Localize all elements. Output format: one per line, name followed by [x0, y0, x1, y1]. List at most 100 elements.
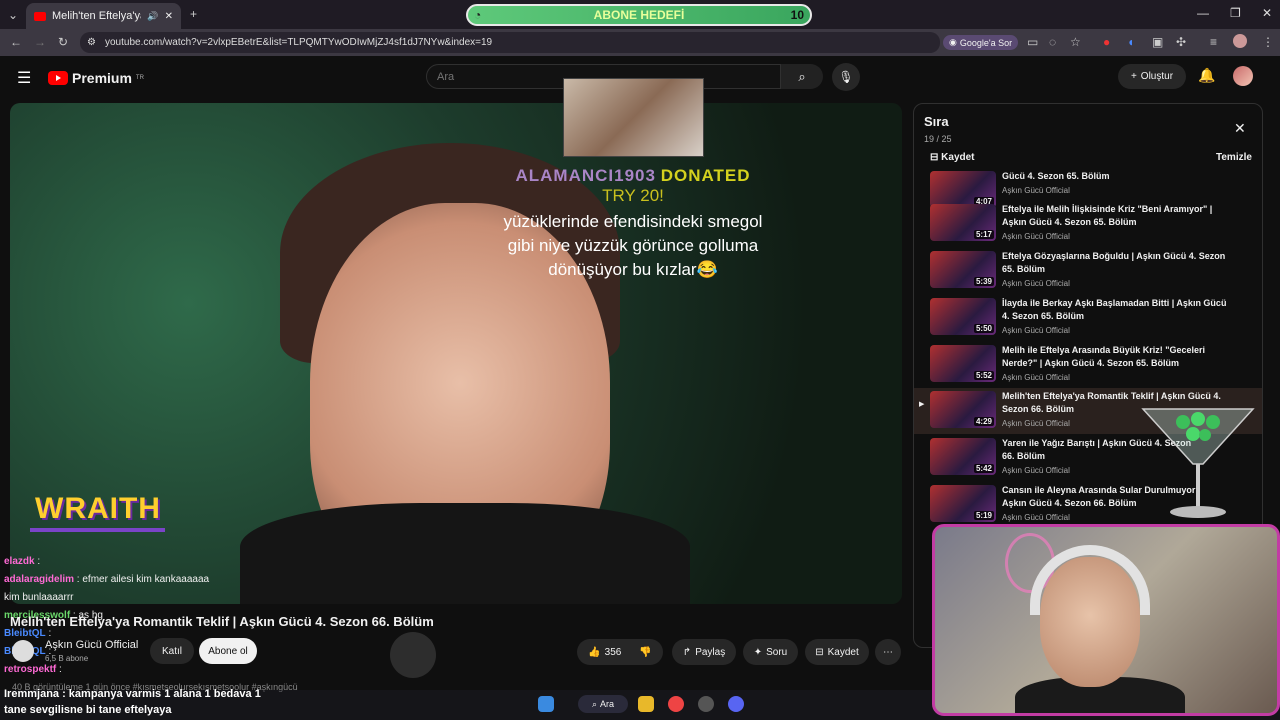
- duration-badge: 5:42: [973, 464, 994, 473]
- site-info-icon[interactable]: ⚙: [87, 37, 96, 48]
- puzzle-icon[interactable]: ✣: [1176, 35, 1186, 49]
- speaker-icon[interactable]: 🔊: [147, 11, 158, 22]
- queue-item-title: Eftelya ile Melih İlişkisinde Kriz "Beni…: [1002, 204, 1213, 227]
- account-avatar[interactable]: [1233, 66, 1253, 86]
- logo-text: Premium: [72, 70, 132, 86]
- queue-item-title: İlayda ile Berkay Aşkı Başlamadan Bitti …: [1002, 298, 1227, 321]
- minimize-icon[interactable]: —: [1197, 6, 1209, 20]
- queue-item-channel: Aşkın Gücü Official: [1002, 186, 1070, 195]
- youtube-premium-logo[interactable]: Premium TR: [48, 70, 144, 86]
- tab-list-icon[interactable]: ⌄: [8, 8, 18, 22]
- share-label: Paylaş: [695, 646, 726, 658]
- more-actions-button[interactable]: ⋯: [875, 639, 901, 665]
- queue-thumbnail: 5:50: [930, 298, 996, 335]
- glass-base: [1170, 506, 1226, 518]
- share-button[interactable]: ↱ Paylaş: [672, 639, 736, 665]
- chat-text: kim bunlaaaarrr: [4, 592, 74, 603]
- back-icon[interactable]: ←: [10, 35, 22, 49]
- queue-save-button[interactable]: ⊟ Kaydet: [930, 152, 975, 163]
- profile-avatar-icon[interactable]: [1233, 34, 1247, 48]
- queue-clear-button[interactable]: Temizle: [1216, 152, 1252, 163]
- channel-avatar[interactable]: [12, 640, 34, 662]
- video-frame-dress: [240, 503, 690, 604]
- close-tab-icon[interactable]: ✕: [165, 11, 173, 22]
- dislike-icon[interactable]: 👎: [639, 647, 651, 658]
- now-playing-icon: ▶: [919, 401, 925, 408]
- maximize-icon[interactable]: ❐: [1230, 6, 1241, 20]
- queue-item-channel: Aşkın Gücü Official: [1002, 466, 1070, 475]
- chrome-icon[interactable]: [668, 696, 684, 712]
- glass-ball: [1191, 412, 1205, 426]
- queue-item-title: Melih ile Eftelya Arasında Büyük Kriz! "…: [1002, 345, 1206, 368]
- ask-button[interactable]: ✦ Soru: [743, 639, 798, 665]
- queue-save-label: Kaydet: [941, 152, 975, 163]
- browser-tab-strip: ⌄ Melih'ten Eftelya'ya Romantik 🔊 ✕ + ◔ …: [0, 0, 1280, 29]
- chat-user: BleibtQL: [4, 628, 46, 639]
- forward-icon[interactable]: →: [34, 35, 46, 49]
- goal-value: 10: [790, 8, 804, 22]
- chat-line: kim bunlaaaarrr: [4, 589, 264, 607]
- extension-blue-icon[interactable]: ◖: [1127, 35, 1134, 49]
- cast-icon[interactable]: ▭: [1027, 35, 1038, 49]
- lens-icon: ◉: [949, 37, 957, 47]
- queue-item-channel: Aşkın Gücü Official: [1002, 232, 1070, 241]
- queue-close-icon[interactable]: ✕: [1234, 120, 1246, 137]
- reading-list-icon[interactable]: ≡: [1210, 35, 1217, 49]
- url-field[interactable]: ⚙ youtube.com/watch?v=2vlxpEBetrE&list=T…: [80, 32, 940, 53]
- ask-google-button[interactable]: ◉ Google'a Sor: [943, 35, 1019, 50]
- glass-ball: [1206, 415, 1220, 429]
- taskbar-search-label: Ara: [600, 699, 615, 709]
- duration-badge: 5:39: [973, 277, 994, 286]
- ask-google-label: Google'a Sor: [959, 37, 1013, 48]
- queue-item-title: Eftelya Gözyaşlarına Boğuldu | Aşkın Güc…: [1002, 251, 1226, 274]
- youtube-favicon-icon: [34, 11, 46, 21]
- duration-badge: 5:52: [973, 371, 994, 380]
- file-explorer-icon[interactable]: [638, 696, 654, 712]
- extension-red-icon[interactable]: ●: [1103, 35, 1110, 49]
- share-icon: ↱: [682, 646, 692, 658]
- queue-item[interactable]: 5:50 İlayda ile Berkay Aşkı Başlamadan B…: [914, 297, 1262, 343]
- save-button[interactable]: ⊟ Kaydet: [805, 639, 869, 665]
- cocktail-glass-overlay: [1141, 408, 1255, 518]
- new-tab-icon[interactable]: +: [190, 7, 197, 21]
- hamburger-menu-icon[interactable]: ☰: [17, 68, 31, 88]
- notifications-bell-icon[interactable]: 🔔: [1198, 67, 1215, 84]
- reload-icon[interactable]: ↻: [58, 35, 68, 49]
- discord-icon[interactable]: [728, 696, 744, 712]
- window-close-icon[interactable]: ✕: [1262, 6, 1272, 20]
- eye-off-icon[interactable]: ◌: [1049, 35, 1056, 49]
- channel-name[interactable]: Aşkın Gücü Official: [45, 639, 138, 651]
- glass-ball: [1176, 415, 1190, 429]
- goal-icon: ◔: [474, 8, 482, 22]
- queue-item-channel: Aşkın Gücü Official: [1002, 326, 1070, 335]
- queue-thumbnail: 5:19: [930, 485, 996, 522]
- queue-item[interactable]: 5:39 Eftelya Gözyaşlarına Boğuldu | Aşkı…: [914, 250, 1262, 296]
- obs-icon[interactable]: [698, 696, 714, 712]
- queue-item[interactable]: 5:17 Eftelya ile Melih İlişkisinde Kriz …: [914, 203, 1262, 249]
- browser-menu-icon[interactable]: ⋮: [1262, 35, 1274, 49]
- duration-badge: 5:50: [973, 324, 994, 333]
- chat-text: efmer ailesi kim kankaaaaaa: [82, 574, 210, 585]
- bear-sticker: [390, 632, 436, 678]
- queue-item[interactable]: 5:52 Melih ile Eftelya Arasında Büyük Kr…: [914, 344, 1262, 390]
- duration-badge: 4:29: [973, 417, 994, 426]
- join-button[interactable]: Katıl: [150, 638, 194, 664]
- donor-name: ALAMANCI1903: [515, 166, 656, 185]
- bottom-chat-line: Iremmjana : kampanya varmis 1 alana 1 be…: [4, 688, 261, 700]
- bookmark-star-icon[interactable]: ☆: [1070, 35, 1081, 49]
- windows-start-icon[interactable]: [538, 696, 554, 712]
- voice-search-button[interactable]: 🎙: [832, 63, 860, 91]
- taskbar-search[interactable]: ⌕ Ara: [578, 695, 628, 713]
- search-button[interactable]: ⌕: [781, 64, 823, 89]
- queue-thumbnail: 5:39: [930, 251, 996, 288]
- subscriber-goal-bar: ◔ ABONE HEDEFİ 10: [466, 4, 812, 26]
- chat-line: adalaragidelim : efmer ailesi kim kankaa…: [4, 574, 210, 585]
- like-icon[interactable]: 👍: [588, 647, 600, 658]
- subscribe-button[interactable]: Abone ol: [199, 638, 257, 664]
- search-icon: ⌕: [798, 68, 806, 84]
- queue-thumbnail: 5:17: [930, 204, 996, 241]
- like-count: 356: [604, 646, 622, 658]
- create-button[interactable]: + Oluştur: [1118, 64, 1186, 89]
- browser-tab[interactable]: Melih'ten Eftelya'ya Romantik 🔊 ✕: [26, 3, 181, 29]
- extension-icon[interactable]: ▣: [1152, 35, 1163, 49]
